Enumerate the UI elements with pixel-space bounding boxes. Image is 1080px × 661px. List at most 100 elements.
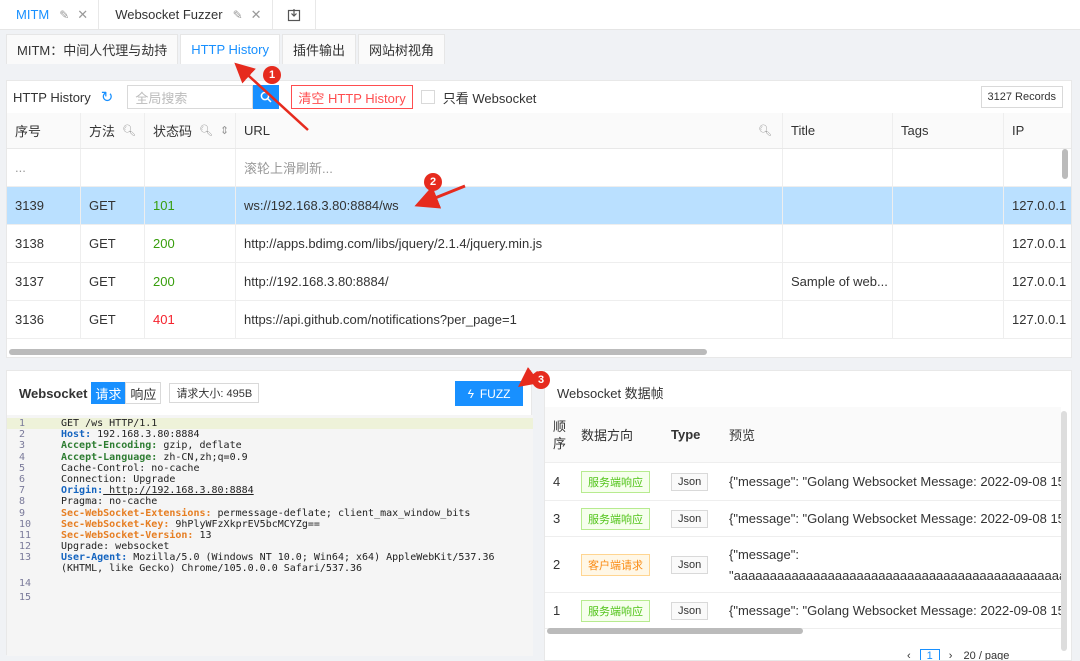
table-row[interactable]: 3 服务端响应 Json {"message": "Golang Websock… bbox=[545, 501, 1061, 537]
header-value: Mozilla/5.0 (Windows NT 10.0; Win64; x64… bbox=[127, 552, 495, 564]
clear-history-button[interactable]: 清空 HTTP History bbox=[291, 85, 413, 109]
table-row[interactable]: 3137 GET 200 http://192.168.3.80:8884/ S… bbox=[7, 263, 1071, 301]
column-header-url[interactable]: URL 🔍︎ bbox=[236, 113, 783, 148]
table-row-loading[interactable]: ... 滚轮上滑刷新... bbox=[7, 149, 1071, 187]
column-header-id: 序号 bbox=[7, 113, 81, 148]
cell-method: GET bbox=[81, 225, 145, 262]
close-icon[interactable]: ✕ bbox=[77, 7, 88, 23]
table-row[interactable]: 3136 GET 401 https://api.github.com/noti… bbox=[7, 301, 1071, 339]
annotation-badge: 1 bbox=[263, 66, 281, 84]
column-header-seq: 顺序 bbox=[553, 418, 567, 451]
cell-method: GET bbox=[81, 187, 145, 224]
header-key: Accept-Encoding: bbox=[61, 440, 158, 452]
direction-tag: 服务端响应 bbox=[581, 599, 650, 622]
page-size-select[interactable]: 20 / page bbox=[964, 650, 1010, 660]
cell-direction: 服务端响应 bbox=[581, 463, 671, 500]
tab-plugin-output[interactable]: 插件输出 bbox=[281, 34, 356, 64]
header-key: Sec-WebSocket-Extensions: bbox=[61, 507, 212, 519]
new-tab-button[interactable] bbox=[273, 0, 316, 29]
fuzz-button[interactable]: ϟ FUZZ bbox=[455, 381, 523, 406]
editor-line: 5 Cache-Control: no-cache bbox=[7, 463, 533, 474]
page-number-button[interactable]: 1 bbox=[919, 649, 940, 660]
search-icon[interactable]: 🔍︎ bbox=[122, 124, 136, 137]
line-number: 12 bbox=[19, 541, 32, 553]
editor-line: 12 Upgrade: websocket bbox=[7, 541, 533, 552]
tab-mitm-proxy[interactable]: MITM：中间人代理与劫持 bbox=[6, 34, 179, 64]
search-icon[interactable]: 🔍︎ bbox=[758, 124, 772, 137]
editor-line: 13 User-Agent: Mozilla/5.0 (Windows NT 10… bbox=[7, 552, 533, 563]
column-header-tags: Tags bbox=[893, 113, 1004, 148]
cell-preview: {"message": "Golang Websocket Message: 2… bbox=[729, 603, 1061, 618]
editor-line: 4 Accept-Language: zh-CN,zh;q=0.9 bbox=[7, 452, 533, 463]
next-page-icon[interactable]: › bbox=[949, 650, 953, 660]
line-number: 1 bbox=[19, 418, 26, 429]
header-key: Accept-Language: bbox=[61, 451, 158, 463]
table-row[interactable]: 4 服务端响应 Json {"message": "Golang Websock… bbox=[545, 463, 1061, 501]
tab-mitm[interactable]: MITM ✎ ✕ bbox=[0, 0, 100, 29]
editor-line: (KHTML, like Gecko) Chrome/105.0.0.0 Saf… bbox=[7, 563, 533, 574]
cell-type: Json bbox=[671, 501, 721, 536]
edit-icon[interactable]: ✎ bbox=[233, 8, 243, 22]
response-toggle-button[interactable]: 响应 bbox=[125, 382, 162, 404]
cell-direction: 服务端响应 bbox=[581, 501, 671, 536]
refresh-icon[interactable]: ↻ bbox=[101, 88, 114, 106]
line-number: 3 bbox=[19, 440, 26, 452]
cell-preview: {"message": "Golang Websocket Message: 2… bbox=[729, 474, 1061, 489]
cell-tags bbox=[893, 301, 1004, 338]
search-icon[interactable]: 🔍︎ bbox=[199, 124, 213, 137]
prev-page-icon[interactable]: ‹ bbox=[907, 650, 911, 660]
cell-tags bbox=[893, 187, 1004, 224]
column-header-method[interactable]: 方法 🔍︎ bbox=[81, 113, 145, 148]
horizontal-scrollbar[interactable] bbox=[9, 349, 707, 355]
cell-id: 3137 bbox=[7, 263, 81, 300]
tab-websocket-fuzzer[interactable]: Websocket Fuzzer ✎ ✕ bbox=[99, 0, 273, 29]
sort-icon[interactable]: ⇕ bbox=[220, 124, 229, 137]
editor-line: 15 bbox=[7, 592, 533, 603]
vertical-scrollbar[interactable] bbox=[1061, 411, 1067, 651]
websocket-only-checkbox[interactable] bbox=[420, 90, 435, 104]
table-row[interactable]: 3139 GET 101 ws://192.168.3.80:8884/ws 1… bbox=[7, 187, 1071, 225]
cell-seq: 1 bbox=[553, 603, 561, 618]
request-editor[interactable]: 1 GET /ws HTTP/1.1 2 Host: 192.168.3.80:88… bbox=[7, 415, 533, 656]
horizontal-scrollbar[interactable] bbox=[547, 628, 803, 634]
line-text: GET /ws HTTP/1.1 bbox=[61, 418, 157, 429]
line-content: Connection: Upgrade bbox=[61, 473, 176, 485]
websocket-request-panel: Websocket 请求 响应 请求大小: 495B ϟ FUZZ 1 GET /… bbox=[6, 370, 533, 656]
http-history-title: HTTP History bbox=[13, 89, 91, 105]
header-value: zh-CN,zh;q=0.9 bbox=[157, 451, 248, 463]
editor-line: 14 bbox=[7, 578, 533, 589]
column-header-status[interactable]: 状态码 🔍︎ ⇕ bbox=[145, 113, 236, 148]
websocket-title: Websocket bbox=[19, 385, 88, 401]
line-text: Sec-WebSocket-Version: 13 bbox=[61, 530, 212, 541]
table-row[interactable]: 1 服务端响应 Json {"message": "Golang Websock… bbox=[545, 593, 1061, 629]
cell-preview: {"message": "Golang Websocket Message: 2… bbox=[729, 511, 1061, 526]
header-key: Origin: bbox=[61, 485, 104, 497]
cell-method: GET bbox=[81, 263, 145, 300]
vertical-scrollbar[interactable] bbox=[1062, 149, 1068, 179]
tab-http-history[interactable]: HTTP History bbox=[180, 34, 280, 64]
cell-title bbox=[783, 301, 893, 338]
column-header-title: Title bbox=[783, 113, 893, 148]
close-icon[interactable]: ✕ bbox=[251, 7, 262, 23]
table-row[interactable]: 3138 GET 200 http://apps.bdimg.com/libs/… bbox=[7, 225, 1071, 263]
tab-mitm-label: MITM bbox=[16, 7, 50, 22]
column-header-label: 方法 bbox=[89, 124, 116, 139]
cell-url: ws://192.168.3.80:8884/ws bbox=[236, 187, 783, 224]
column-header-preview: 预览 bbox=[729, 428, 756, 443]
line-text: Accept-Language: zh-CN,zh;q=0.9 bbox=[61, 452, 248, 463]
cell-tags bbox=[893, 263, 1004, 300]
editor-line: 7 Origin: http://192.168.3.80:8884 bbox=[7, 485, 533, 496]
editor-line: 3 Accept-Encoding: gzip, deflate bbox=[7, 440, 533, 451]
cell-seq: 2 bbox=[553, 557, 561, 572]
line-number: 14 bbox=[19, 577, 32, 589]
header-key: Sec-WebSocket-Key: bbox=[61, 518, 170, 530]
search-button[interactable] bbox=[253, 85, 280, 109]
request-toggle-button[interactable]: 请求 bbox=[91, 382, 126, 404]
global-search-input[interactable]: 全局搜索 bbox=[127, 85, 254, 109]
app-root: MITM ✎ ✕ Websocket Fuzzer ✎ ✕ MITM：中间人代理… bbox=[0, 0, 1080, 661]
edit-icon[interactable]: ✎ bbox=[59, 8, 69, 22]
line-number: 4 bbox=[19, 451, 26, 463]
table-row[interactable]: 2 客户端请求 Json {"message": "aaaaaaaaaaaaaa… bbox=[545, 537, 1061, 593]
tab-site-tree[interactable]: 网站树视角 bbox=[358, 34, 446, 64]
column-header-label: Title bbox=[791, 123, 816, 138]
